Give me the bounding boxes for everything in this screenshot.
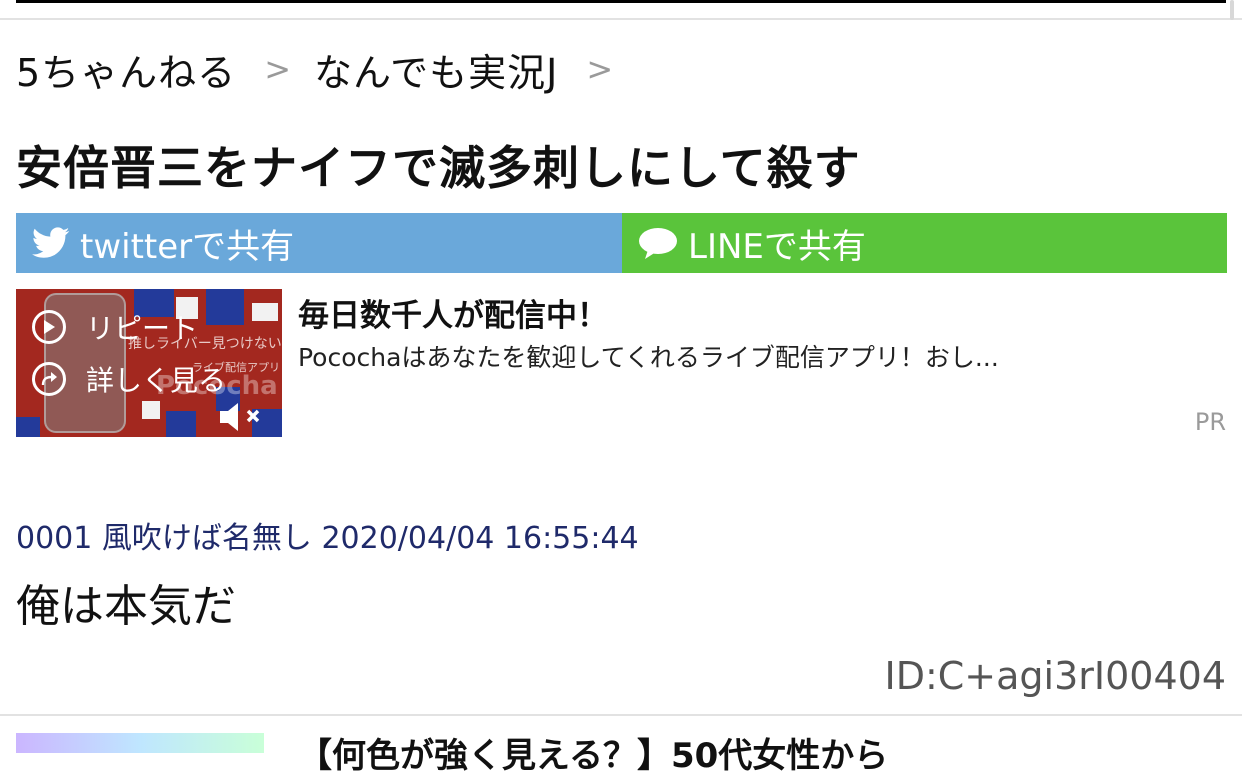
- breadcrumb: 5ちゃんねる > なんでも実況J >: [16, 42, 636, 97]
- repeat-label: リピート: [86, 312, 199, 345]
- breadcrumb-site-link[interactable]: 5ちゃんねる: [16, 42, 236, 97]
- breadcrumb-separator: >: [264, 50, 292, 88]
- section-divider: [0, 714, 1242, 716]
- next-item-thumbnail[interactable]: [16, 733, 264, 753]
- line-share-button[interactable]: LINEで共有: [622, 213, 1227, 273]
- play-icon: [32, 310, 66, 344]
- top-divider: [0, 18, 1242, 20]
- post-number[interactable]: 0001: [16, 521, 92, 556]
- post-body: 俺は本気だ: [16, 581, 236, 632]
- mute-toggle[interactable]: [216, 400, 264, 438]
- details-label: 詳しく見る: [86, 364, 227, 397]
- speech-bubble-icon: [639, 228, 677, 259]
- scrollbar[interactable]: [1230, 0, 1234, 20]
- post-header: 0001 風吹けば名無し 2020/04/04 16:55:44: [16, 513, 639, 557]
- twitter-bird-icon: [32, 227, 70, 258]
- ad-description[interactable]: Pocochaはあなたを歓迎してくれるライブ配信アプリ！おし...: [298, 338, 999, 374]
- next-item-title[interactable]: 【何色が強く見える？】50代女性から: [298, 728, 888, 777]
- thread-title: 安倍晋三をナイフで滅多刺しにして殺す: [16, 141, 861, 195]
- twitter-share-button[interactable]: twitterで共有: [16, 213, 622, 273]
- details-button[interactable]: 詳しく見る: [32, 359, 226, 399]
- post-datetime: 2020/04/04 16:55:44: [321, 521, 639, 556]
- pr-label: PR: [1194, 408, 1226, 436]
- ad-headline[interactable]: 毎日数千人が配信中！: [298, 290, 608, 335]
- breadcrumb-separator: >: [586, 50, 615, 88]
- share-arrow-icon: [32, 362, 66, 396]
- line-share-label: LINEで共有: [688, 226, 866, 267]
- repeat-button[interactable]: リピート: [32, 307, 198, 347]
- breadcrumb-board-link[interactable]: なんでも実況J: [314, 42, 558, 97]
- poster-id[interactable]: ID:C+agi3rI00404: [885, 654, 1227, 698]
- twitter-share-label: twitterで共有: [80, 226, 295, 267]
- muted-speaker-icon: [220, 403, 260, 431]
- top-bar: [16, 0, 1226, 3]
- post-author: 風吹けば名無し: [101, 521, 312, 556]
